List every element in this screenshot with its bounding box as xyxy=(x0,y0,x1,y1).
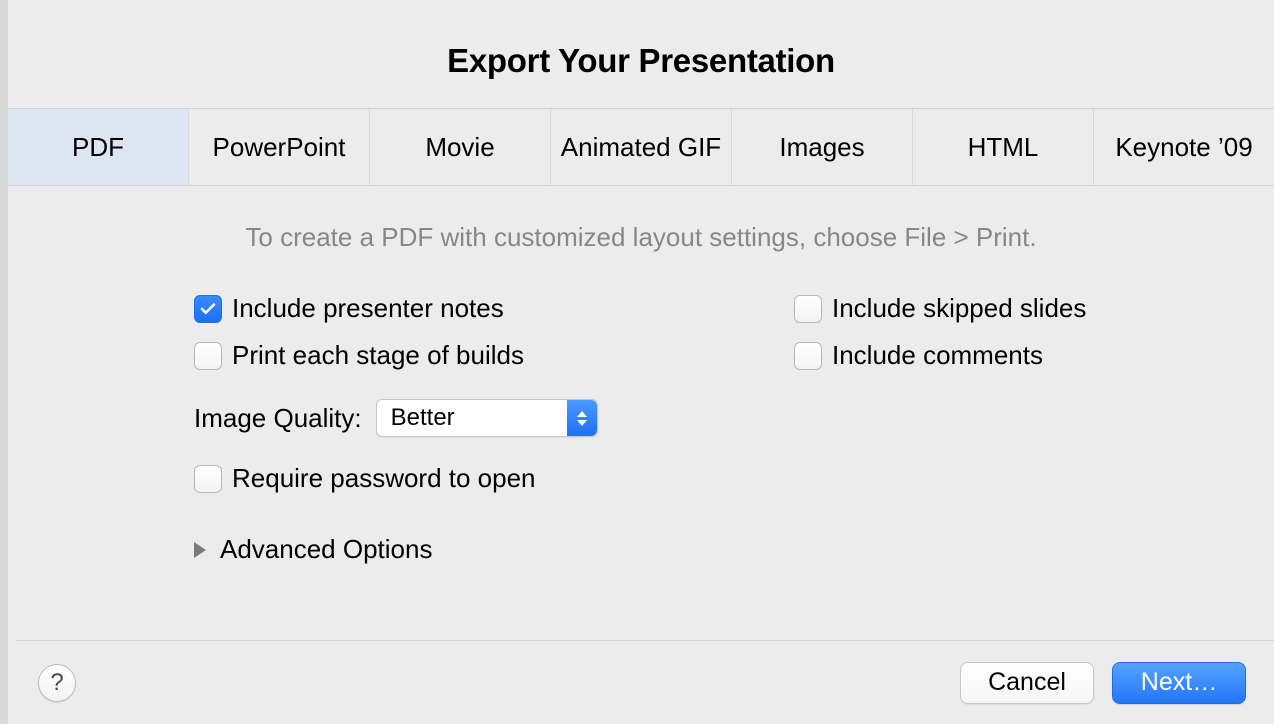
dialog-title: Export Your Presentation xyxy=(8,0,1274,108)
tab-label: PDF xyxy=(72,132,124,163)
tab-label: HTML xyxy=(968,132,1039,163)
dialog-footer: ? Cancel Next… xyxy=(16,640,1274,724)
checkbox-include-comments[interactable] xyxy=(794,342,822,370)
image-quality-label: Image Quality: xyxy=(194,403,362,434)
checkbox-include-skipped-slides[interactable] xyxy=(794,295,822,323)
export-dialog: Export Your Presentation PDF PowerPoint … xyxy=(0,0,1274,724)
image-quality-value: Better xyxy=(377,404,455,432)
tab-label: Images xyxy=(779,132,864,163)
next-button[interactable]: Next… xyxy=(1112,662,1246,704)
checkbox-print-each-stage[interactable] xyxy=(194,342,222,370)
dialog-body: To create a PDF with customized layout s… xyxy=(8,186,1274,565)
tab-images[interactable]: Images xyxy=(732,109,913,185)
tab-animated-gif[interactable]: Animated GIF xyxy=(551,109,732,185)
advanced-options-label: Advanced Options xyxy=(220,534,432,565)
label-include-presenter-notes: Include presenter notes xyxy=(232,293,504,324)
cancel-label: Cancel xyxy=(988,668,1066,697)
label-require-password: Require password to open xyxy=(232,463,536,494)
tab-pdf[interactable]: PDF xyxy=(8,109,189,185)
checkbox-require-password[interactable] xyxy=(194,465,222,493)
checkbox-include-presenter-notes[interactable] xyxy=(194,295,222,323)
format-tabs: PDF PowerPoint Movie Animated GIF Images… xyxy=(8,108,1274,186)
checkmark-icon xyxy=(199,300,217,318)
options-area: Include presenter notes Print each stage… xyxy=(8,293,1274,565)
tab-movie[interactable]: Movie xyxy=(370,109,551,185)
advanced-options-disclosure[interactable]: Advanced Options xyxy=(194,534,1214,565)
tab-label: Keynote ’09 xyxy=(1115,132,1252,163)
next-label: Next… xyxy=(1141,668,1217,697)
help-button[interactable]: ? xyxy=(38,664,76,702)
tab-powerpoint[interactable]: PowerPoint xyxy=(189,109,370,185)
image-quality-select[interactable]: Better xyxy=(376,399,598,437)
cancel-button[interactable]: Cancel xyxy=(960,662,1094,704)
label-include-skipped-slides: Include skipped slides xyxy=(832,293,1086,324)
tab-label: PowerPoint xyxy=(213,132,346,163)
select-stepper-icon xyxy=(567,400,597,436)
help-icon: ? xyxy=(50,669,63,697)
tab-keynote09[interactable]: Keynote ’09 xyxy=(1094,109,1274,185)
tab-label: Animated GIF xyxy=(561,132,721,163)
tab-label: Movie xyxy=(425,132,494,163)
label-include-comments: Include comments xyxy=(832,340,1043,371)
chevron-down-icon xyxy=(577,420,587,426)
hint-text: To create a PDF with customized layout s… xyxy=(8,222,1274,253)
chevron-up-icon xyxy=(577,411,587,417)
tab-html[interactable]: HTML xyxy=(913,109,1094,185)
disclosure-triangle-icon xyxy=(194,542,206,558)
label-print-each-stage: Print each stage of builds xyxy=(232,340,524,371)
